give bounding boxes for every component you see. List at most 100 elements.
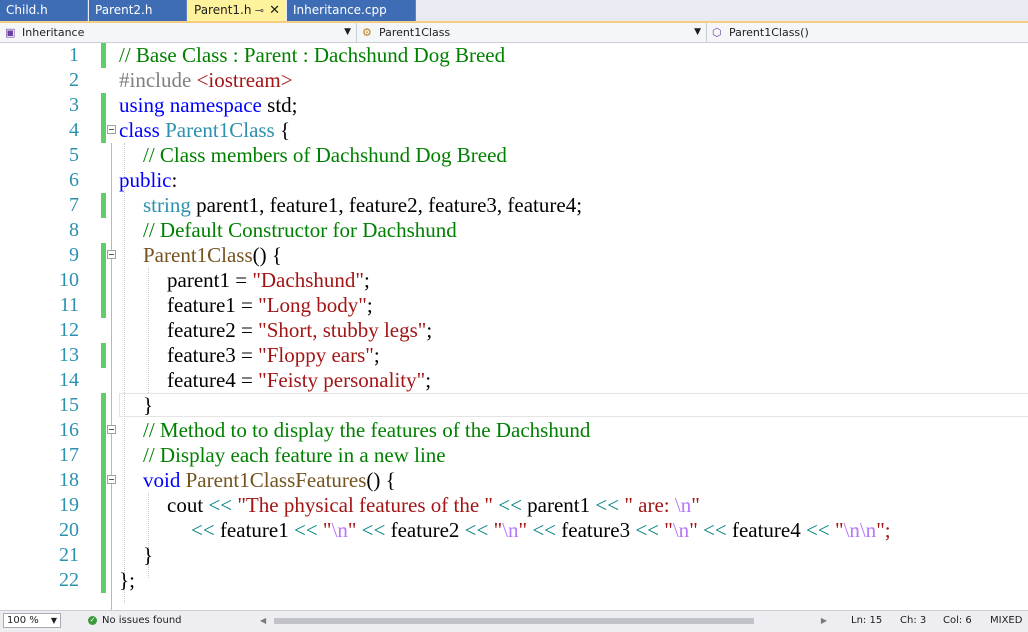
current-line-highlight — [119, 393, 1028, 417]
code-line: 8 // Default Constructor for Dachshund — [0, 218, 1028, 243]
check-circle-icon: ✓ — [88, 615, 97, 625]
code-line: 12 feature2 = "Short, stubby legs"; — [0, 318, 1028, 343]
code-text: }; — [119, 568, 135, 592]
zoom-dropdown[interactable]: 100 % ▼ — [3, 613, 61, 628]
editor-status-bar: 100 % ▼ ✓ No issues found ◀ ▶ Ln: 15 Ch: … — [0, 610, 1028, 632]
code-editor[interactable]: 1 // Base Class : Parent : Dachshund Dog… — [0, 43, 1028, 619]
code-line: 16 // Method to to display the features … — [0, 418, 1028, 443]
code-line: 11 feature1 = "Long body"; — [0, 293, 1028, 318]
project-icon: ▣ — [5, 26, 16, 39]
document-tab-strip: Child.h Parent2.h Parent1.h ⊸ ✕ Inherita… — [0, 0, 1028, 23]
code-line: 22 }; — [0, 568, 1028, 593]
change-bar — [101, 293, 106, 318]
collapse-toggle[interactable] — [107, 475, 116, 484]
tab-label: Child.h — [6, 3, 48, 17]
code-text: << feature1 << "\n" << feature2 << "\n" … — [191, 518, 891, 542]
line-ending-indicator[interactable]: MIXED — [990, 611, 1022, 632]
change-bar — [101, 443, 106, 468]
code-text: feature1 = "Long body"; — [167, 293, 373, 317]
line-number: 17 — [59, 444, 79, 466]
line-number: 12 — [59, 319, 79, 341]
line-number: 1 — [69, 44, 79, 66]
change-bar — [101, 93, 106, 118]
code-text: feature4 = "Feisty personality"; — [167, 368, 432, 392]
member-dropdown-value: Parent1Class() — [729, 26, 809, 39]
chevron-down-icon: ▼ — [694, 27, 701, 37]
collapse-toggle[interactable] — [107, 425, 116, 434]
tab-child-h[interactable]: Child.h — [0, 0, 88, 21]
method-icon: ⬡ — [712, 26, 722, 39]
code-text: using namespace std; — [119, 93, 298, 117]
line-number: 3 — [69, 94, 79, 116]
line-number: 6 — [69, 169, 79, 191]
line-number: 21 — [59, 544, 79, 566]
member-dropdown[interactable]: ⬡ Parent1Class() — [707, 23, 1028, 42]
code-text: } — [143, 393, 154, 417]
scroll-right-icon[interactable]: ▶ — [821, 614, 827, 628]
line-number: 11 — [59, 294, 79, 316]
scroll-left-icon[interactable]: ◀ — [260, 614, 266, 628]
code-text: #include <iostream> — [119, 68, 293, 92]
line-number: 7 — [69, 194, 79, 216]
code-text: cout << "The physical features of the " … — [167, 493, 700, 517]
change-bar — [101, 393, 106, 418]
column-indicator[interactable]: Col: 6 — [943, 611, 972, 632]
pin-icon[interactable]: ⊸ — [255, 0, 264, 21]
collapse-toggle[interactable] — [107, 125, 116, 134]
navigation-bar: ▣ Inheritance ▼ ⚙ Parent1Class ▼ ⬡ Paren… — [0, 23, 1028, 43]
chevron-down-icon: ▼ — [50, 616, 57, 625]
change-bar — [101, 418, 106, 443]
scope-dropdown[interactable]: ⚙ Parent1Class ▼ — [357, 23, 707, 42]
change-bar — [101, 193, 106, 218]
code-text: // Class members of Dachshund Dog Breed — [143, 143, 507, 167]
change-bar — [101, 568, 106, 593]
char-indicator[interactable]: Ch: 3 — [900, 611, 926, 632]
line-number: 20 — [59, 519, 79, 541]
tab-parent2-h[interactable]: Parent2.h — [89, 0, 187, 21]
code-line: 21 } — [0, 543, 1028, 568]
code-line: 6 public: — [0, 168, 1028, 193]
code-line: 4 class Parent1Class { — [0, 118, 1028, 143]
change-bar — [101, 343, 106, 368]
change-bar — [101, 518, 106, 543]
change-bar — [101, 543, 106, 568]
collapse-toggle[interactable] — [107, 250, 116, 259]
tab-label: Parent1.h — [194, 3, 252, 17]
code-line: 5 // Class members of Dachshund Dog Bree… — [0, 143, 1028, 168]
tab-parent1-h[interactable]: Parent1.h ⊸ ✕ — [188, 0, 286, 21]
code-line: 9 Parent1Class() { — [0, 243, 1028, 268]
class-icon: ⚙ — [362, 26, 372, 39]
chevron-down-icon: ▼ — [344, 27, 351, 37]
code-line: 7 string parent1, feature1, feature2, fe… — [0, 193, 1028, 218]
project-dropdown[interactable]: ▣ Inheritance ▼ — [0, 23, 357, 42]
change-bar — [101, 268, 106, 293]
line-number: 10 — [59, 269, 79, 291]
line-number: 4 — [69, 119, 79, 141]
issues-indicator[interactable]: ✓ No issues found — [88, 611, 182, 632]
code-line: 13 feature3 = "Floppy ears"; — [0, 343, 1028, 368]
line-indicator[interactable]: Ln: 15 — [851, 611, 882, 632]
issues-text: No issues found — [102, 615, 182, 626]
code-text: // Method to to display the features of … — [143, 418, 591, 442]
line-number: 14 — [59, 369, 79, 391]
line-number: 9 — [69, 244, 79, 266]
code-line: 20 << feature1 << "\n" << feature2 << "\… — [0, 518, 1028, 543]
code-line-current: 15 } — [0, 393, 1028, 418]
change-bar — [101, 243, 106, 268]
line-number: 2 — [69, 69, 79, 91]
code-text: // Default Constructor for Dachshund — [143, 218, 457, 242]
line-number: 13 — [59, 344, 79, 366]
code-line: 17 // Display each feature in a new line — [0, 443, 1028, 468]
code-line: 19 cout << "The physical features of the… — [0, 493, 1028, 518]
change-bar — [101, 43, 106, 68]
code-text: string parent1, feature1, feature2, feat… — [143, 193, 583, 217]
code-text: Parent1Class() { — [143, 243, 282, 267]
horizontal-scrollbar[interactable]: ◀ ▶ — [256, 614, 831, 628]
code-text: class Parent1Class { — [119, 118, 291, 142]
code-text: void Parent1ClassFeatures() { — [143, 468, 396, 492]
code-text: } — [143, 543, 154, 567]
close-icon[interactable]: ✕ — [269, 0, 280, 21]
line-number: 16 — [59, 419, 79, 441]
tab-inheritance-cpp[interactable]: Inheritance.cpp — [287, 0, 416, 21]
scrollbar-thumb[interactable] — [274, 618, 754, 624]
